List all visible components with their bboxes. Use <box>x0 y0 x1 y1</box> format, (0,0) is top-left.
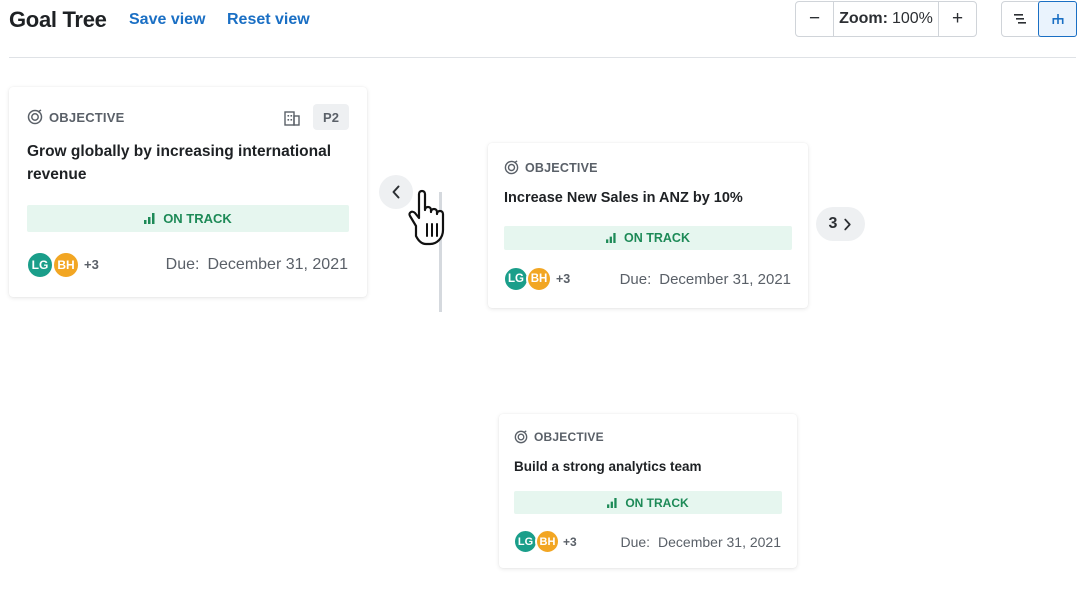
avatar[interactable]: BH <box>52 251 80 279</box>
zoom-out-button[interactable]: − <box>796 2 833 36</box>
avatar[interactable]: BH <box>526 266 552 292</box>
due-date: Due: December 31, 2021 <box>166 256 348 274</box>
target-icon <box>27 109 43 125</box>
tree-view-icon <box>1052 14 1063 24</box>
page-title: Goal Tree <box>9 7 107 32</box>
header-divider <box>9 57 1076 58</box>
due-value: December 31, 2021 <box>659 271 791 288</box>
expand-children-button[interactable]: 3 <box>816 207 865 241</box>
objective-card-child[interactable]: OBJECTIVE Build a strong analytics team … <box>499 414 797 568</box>
zoom-in-button[interactable]: + <box>939 2 976 36</box>
avatar[interactable]: BH <box>535 529 560 554</box>
bar-chart-icon <box>144 213 155 224</box>
more-owners[interactable]: +3 <box>563 535 577 549</box>
zoom-value: 100% <box>891 10 933 27</box>
due-value: December 31, 2021 <box>658 534 781 550</box>
due-label: Due: <box>165 256 200 273</box>
goal-tree-page: Goal Tree Save view Reset view − Zoom: 1… <box>0 0 1087 593</box>
card-title[interactable]: Build a strong analytics team <box>514 455 784 478</box>
status-label: ON TRACK <box>163 211 232 226</box>
target-icon <box>514 430 528 444</box>
bar-chart-icon <box>607 497 617 508</box>
card-type: OBJECTIVE <box>27 109 124 125</box>
target-icon <box>504 160 519 175</box>
building-icon <box>284 111 300 126</box>
due-value: December 31, 2021 <box>207 256 348 273</box>
due-date: Due: December 31, 2021 <box>620 534 781 550</box>
more-owners[interactable]: +3 <box>84 257 99 272</box>
card-type: OBJECTIVE <box>504 160 598 175</box>
due-label: Due: <box>620 534 651 550</box>
zoom-level: Zoom: 100% <box>833 2 939 36</box>
hand-cursor-icon <box>408 189 445 246</box>
status-badge: ON TRACK <box>514 491 782 514</box>
tree-view-button[interactable] <box>1038 1 1077 37</box>
save-view-link[interactable]: Save view <box>129 11 206 29</box>
status-label: ON TRACK <box>625 495 689 510</box>
priority-badge: P2 <box>313 104 349 130</box>
status-label: ON TRACK <box>624 231 690 245</box>
card-type-label: OBJECTIVE <box>534 430 604 444</box>
card-type: OBJECTIVE <box>514 430 604 444</box>
objective-card-root[interactable]: OBJECTIVE P2 Grow globally by increasing… <box>9 87 367 297</box>
zoom-controls: − Zoom: 100% + <box>795 1 977 37</box>
avatar[interactable]: LG <box>26 251 54 279</box>
reset-view-link[interactable]: Reset view <box>227 11 310 29</box>
card-type-label: OBJECTIVE <box>525 160 598 175</box>
chevron-right-icon <box>844 218 852 230</box>
list-view-icon <box>1014 14 1026 24</box>
card-title[interactable]: Increase New Sales in ANZ by 10% <box>504 187 794 210</box>
due-label: Due: <box>619 271 652 288</box>
view-toggle <box>1001 1 1077 37</box>
card-title[interactable]: Grow globally by increasing internationa… <box>27 140 352 186</box>
status-badge: ON TRACK <box>27 205 349 232</box>
status-badge: ON TRACK <box>504 226 792 250</box>
zoom-label: Zoom: <box>839 10 888 27</box>
children-count: 3 <box>828 215 838 232</box>
list-view-button[interactable] <box>1002 2 1038 36</box>
bar-chart-icon <box>606 233 616 243</box>
due-date: Due: December 31, 2021 <box>620 271 791 288</box>
more-owners[interactable]: +3 <box>556 272 570 286</box>
card-type-label: OBJECTIVE <box>49 109 125 125</box>
objective-card-child[interactable]: OBJECTIVE Increase New Sales in ANZ by 1… <box>488 143 808 308</box>
